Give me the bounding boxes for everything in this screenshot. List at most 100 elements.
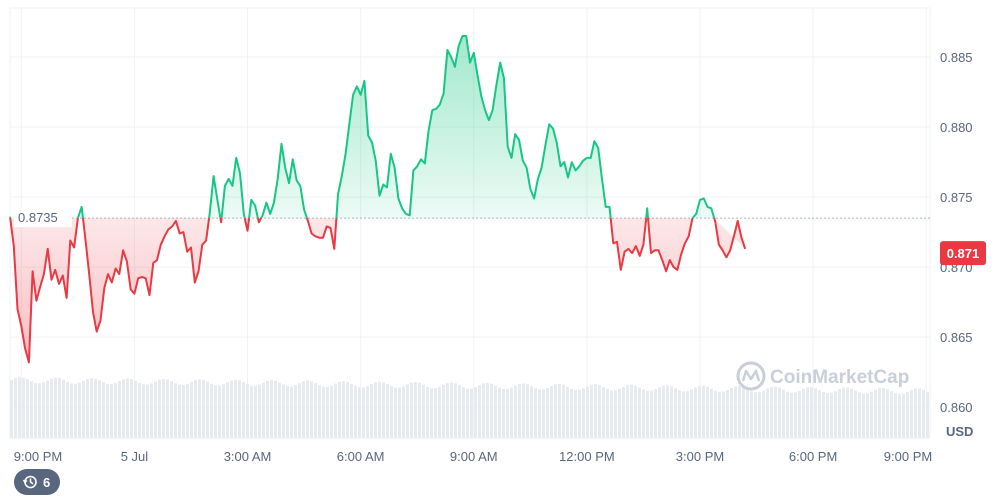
- volume-bar: [546, 387, 549, 438]
- volume-bar: [714, 390, 717, 438]
- y-tick-label: 0.865: [940, 330, 973, 345]
- volume-bar: [506, 388, 509, 438]
- volume-bar: [362, 387, 365, 438]
- volume-bar: [122, 379, 125, 438]
- volume-bar: [722, 391, 725, 438]
- volume-bar: [182, 385, 185, 438]
- volume-bar: [158, 379, 161, 438]
- coinmarketcap-logo-icon: [736, 361, 766, 391]
- volume-bar: [154, 381, 157, 438]
- volume-bar: [446, 383, 449, 438]
- volume-bar: [770, 386, 773, 438]
- volume-bar: [442, 384, 445, 438]
- volume-bar: [550, 386, 553, 438]
- volume-bar: [766, 388, 769, 438]
- volume-bar: [254, 385, 257, 438]
- volume-bar: [518, 383, 521, 438]
- volume-bar: [742, 387, 745, 438]
- volume-bar: [138, 382, 141, 438]
- volume-bar: [622, 386, 625, 438]
- volume-bar: [402, 386, 405, 438]
- volume-bar: [598, 385, 601, 438]
- x-tick-label: 5 Jul: [121, 449, 149, 464]
- volume-bar: [194, 380, 197, 438]
- volume-bar: [650, 390, 653, 438]
- volume-bar: [842, 387, 845, 438]
- volume-bar: [426, 386, 429, 438]
- volume-bar: [746, 389, 749, 438]
- volume-bar: [482, 383, 485, 438]
- volume-bar: [226, 382, 229, 438]
- volume-bar: [422, 384, 425, 438]
- volume-bar: [14, 378, 17, 438]
- y-tick-label: 0.885: [940, 50, 973, 65]
- area-below-reference: [610, 218, 647, 270]
- volume-bar: [466, 388, 469, 438]
- volume-bar: [718, 391, 721, 438]
- volume-bar: [262, 382, 265, 438]
- volume-bar: [170, 381, 173, 438]
- x-tick-label: 12:00 PM: [559, 449, 615, 464]
- volume-bar: [398, 387, 401, 438]
- volume-bar: [658, 387, 661, 438]
- volume-bar: [266, 381, 269, 438]
- volume-bar: [642, 389, 645, 438]
- volume-bar: [230, 380, 233, 438]
- history-icon: [22, 475, 37, 489]
- volume-bar: [22, 377, 25, 438]
- volume-bar: [554, 384, 557, 438]
- volume-bar: [646, 390, 649, 438]
- volume-bar: [530, 386, 533, 438]
- volume-bar: [478, 385, 481, 438]
- volume-bar: [238, 380, 241, 438]
- volume-bar: [922, 389, 925, 438]
- volume-bar: [418, 382, 421, 438]
- volume-bar: [66, 381, 69, 438]
- volume-bar: [634, 385, 637, 438]
- volume-bar: [38, 383, 41, 438]
- volume-bar: [438, 386, 441, 438]
- volume-bar: [390, 386, 393, 438]
- volume-bar: [234, 379, 237, 438]
- volume-bar: [486, 382, 489, 438]
- volume-bar: [838, 389, 841, 438]
- volume-bar: [58, 378, 61, 438]
- volume-bar: [894, 393, 897, 438]
- x-tick-label: 9:00 PM: [884, 449, 932, 464]
- volume-bar: [450, 382, 453, 438]
- volume-bar: [214, 385, 217, 438]
- volume-bar: [394, 387, 397, 438]
- volume-bar: [758, 391, 761, 438]
- volume-bar: [86, 378, 89, 438]
- y-tick-label: 0.860: [940, 400, 973, 415]
- volume-bar: [710, 388, 713, 438]
- volume-bar: [626, 385, 629, 438]
- y-tick-label: 0.880: [940, 120, 973, 135]
- volume-bar: [594, 384, 597, 438]
- volume-bar: [750, 391, 753, 438]
- current-price-badge: 0.871: [940, 241, 986, 266]
- reference-price-label: 0.8735: [14, 207, 72, 228]
- volume-bar: [674, 388, 677, 438]
- volume-bar: [666, 385, 669, 438]
- volume-bar: [790, 392, 793, 438]
- volume-bar: [774, 386, 777, 438]
- volume-bar: [298, 383, 301, 438]
- volume-bar: [510, 387, 513, 438]
- volume-bar: [818, 390, 821, 438]
- events-button[interactable]: 6: [14, 469, 61, 495]
- volume-bar: [738, 386, 741, 438]
- watermark-text: CoinMarketCap: [770, 367, 909, 388]
- volume-bar: [562, 384, 565, 438]
- price-chart[interactable]: CoinMarketCap 0.8850.8800.8750.8700.8650…: [0, 0, 992, 501]
- volume-bar: [98, 380, 101, 438]
- volume-bar: [538, 389, 541, 438]
- volume-bar: [734, 386, 737, 438]
- volume-bar: [322, 386, 325, 438]
- volume-bar: [914, 388, 917, 438]
- volume-bar: [514, 385, 517, 438]
- volume-bar: [294, 385, 297, 438]
- volume-bar: [798, 390, 801, 438]
- volume-bar: [46, 380, 49, 438]
- volume-bar: [582, 388, 585, 438]
